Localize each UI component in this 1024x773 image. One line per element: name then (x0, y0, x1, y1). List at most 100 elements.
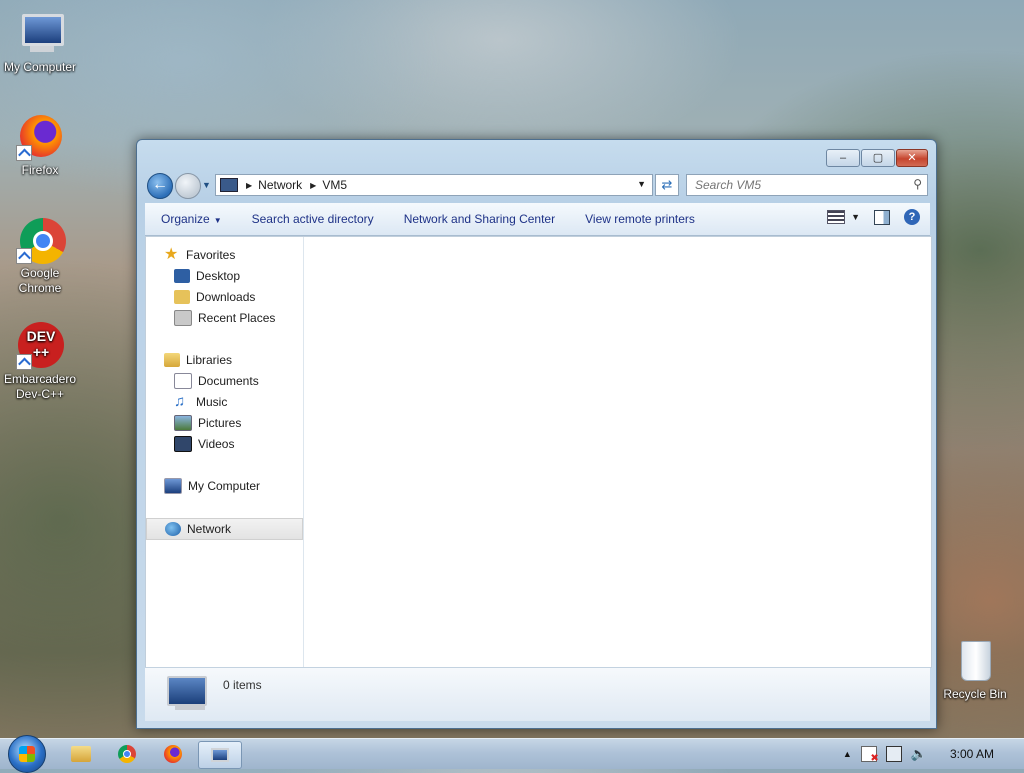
recycle-bin-icon (951, 637, 999, 685)
nav-label: Pictures (198, 416, 242, 430)
nav-label: Favorites (186, 248, 236, 262)
minimize-icon: ‒ (839, 151, 847, 164)
chrome-icon (118, 745, 136, 763)
network-status-icon[interactable] (885, 746, 902, 762)
content-area: ★ Favorites Desktop Downloads Recent Pla… (145, 236, 932, 668)
nav-documents[interactable]: Documents (146, 371, 303, 391)
desktop-icon-label: My Computer (3, 60, 77, 74)
file-list[interactable] (304, 237, 931, 667)
nav-pictures[interactable]: Pictures (146, 413, 303, 433)
maximize-button[interactable]: ▢ (861, 149, 895, 167)
taskbar-explorer[interactable] (60, 741, 102, 767)
network-window-icon (211, 748, 229, 762)
taskbar-firefox[interactable] (152, 741, 194, 767)
desktop-icon-firefox[interactable]: Firefox (0, 113, 80, 178)
item-count: 0 items (223, 678, 262, 692)
windows-logo-icon (19, 746, 35, 762)
recent-places-icon (174, 310, 192, 326)
network-sharing-center-button[interactable]: Network and Sharing Center (389, 212, 570, 226)
navigation-pane: ★ Favorites Desktop Downloads Recent Pla… (146, 237, 304, 667)
desktop-icon (174, 269, 190, 283)
desktop-icon-label: Google Chrome (18, 266, 62, 295)
desktop-icon-chrome[interactable]: Google Chrome (0, 216, 80, 296)
shortcut-arrow-icon (16, 354, 32, 370)
nav-label: Downloads (196, 290, 256, 304)
chevron-down-icon: ▼ (213, 216, 222, 225)
nav-downloads[interactable]: Downloads (146, 287, 303, 307)
computer-icon (167, 676, 207, 706)
nav-recent-places[interactable]: Recent Places (146, 308, 303, 328)
nav-label: Recent Places (198, 311, 276, 325)
search-box[interactable]: ⚲ (686, 174, 928, 196)
search-input[interactable] (693, 175, 897, 195)
documents-icon (174, 373, 192, 389)
network-location-icon (220, 178, 238, 192)
breadcrumb-separator-icon[interactable]: ▶ (310, 181, 316, 190)
downloads-folder-icon (174, 290, 190, 304)
libraries-icon (164, 353, 180, 367)
clock[interactable]: 3:00 AM (950, 747, 994, 761)
taskbar-network-window[interactable] (198, 741, 242, 769)
desktop-icon-label: Embarcadero Dev-C++ (3, 372, 77, 401)
star-icon: ★ (164, 246, 179, 263)
change-view-icon[interactable] (827, 210, 846, 224)
nav-network[interactable]: Network (146, 518, 303, 540)
desktop-icon-label: Recycle Bin (943, 687, 1007, 701)
command-bar: Organize ▼ Search active directory Networ… (145, 203, 930, 236)
back-button[interactable]: ← (147, 173, 173, 199)
address-dropdown-icon[interactable]: ▼ (637, 179, 646, 189)
nav-desktop[interactable]: Desktop (146, 266, 303, 286)
minimize-button[interactable]: ‒ (826, 149, 860, 167)
organize-button[interactable]: Organize ▼ (145, 212, 237, 226)
desktop-icon-devcpp[interactable]: DEV ++ Embarcadero Dev-C++ (0, 322, 80, 402)
preview-pane-icon[interactable] (874, 209, 890, 225)
action-center-icon[interactable]: ✖ (860, 746, 879, 764)
nav-music[interactable]: ♫ Music (146, 392, 303, 412)
forward-button[interactable] (175, 173, 201, 199)
computer-icon (164, 478, 182, 494)
breadcrumb-network[interactable]: Network (258, 178, 302, 192)
computer-stand (175, 704, 205, 710)
help-icon[interactable]: ? (904, 209, 920, 225)
nav-favorites[interactable]: ★ Favorites (146, 245, 303, 265)
breadcrumb-vm5[interactable]: VM5 (322, 178, 347, 192)
refresh-button[interactable]: ⇄ (655, 174, 679, 196)
shortcut-arrow-icon (16, 145, 32, 161)
view-remote-printers-button[interactable]: View remote printers (570, 212, 710, 226)
music-icon: ♫ (174, 393, 186, 410)
devcpp-icon: DEV ++ (16, 322, 64, 370)
nav-label: Videos (198, 437, 235, 451)
computer-icon (16, 10, 64, 58)
show-hidden-icons-icon[interactable]: ▲ (843, 749, 852, 759)
view-options-chevron-icon[interactable]: ▼ (851, 212, 860, 222)
nav-label: Libraries (186, 353, 233, 367)
nav-label: My Computer (188, 479, 261, 493)
firefox-icon (16, 113, 64, 161)
firefox-icon (164, 745, 182, 763)
search-icon[interactable]: ⚲ (913, 177, 922, 191)
start-button[interactable] (8, 735, 46, 773)
nav-label: Documents (198, 374, 259, 388)
address-bar[interactable]: ▶ Network ▶ VM5 ▼ (215, 174, 653, 196)
taskbar-chrome[interactable] (106, 741, 148, 767)
desktop-icon-my-computer[interactable]: My Computer (0, 10, 80, 75)
volume-icon[interactable]: 🔈 (911, 746, 927, 762)
close-button[interactable]: ✕ (896, 149, 928, 167)
refresh-icon: ⇄ (661, 177, 673, 192)
breadcrumb: ▶ Network ▶ VM5 (244, 178, 347, 192)
taskbar: ▲ ✖ 🔈 3:00 AM (0, 735, 1024, 773)
nav-libraries[interactable]: Libraries (146, 350, 303, 370)
desktop-icon-recycle-bin[interactable]: Recycle Bin (935, 637, 1015, 702)
explorer-window: ‒ ▢ ✕ ← ▼ ▶ Network ▶ VM5 ▼ ⇄ ⚲ Organize… (136, 139, 937, 729)
nav-videos[interactable]: Videos (146, 434, 303, 454)
nav-my-computer[interactable]: My Computer (146, 476, 303, 496)
search-active-directory-button[interactable]: Search active directory (237, 212, 389, 226)
caption-buttons: ‒ ▢ ✕ (826, 149, 928, 167)
nav-label: Desktop (196, 269, 241, 283)
desktop-icon-label: Firefox (21, 163, 59, 177)
organize-label: Organize (161, 212, 210, 226)
recent-pages-dropdown[interactable]: ▼ (202, 180, 211, 190)
back-arrow-icon: ← (152, 176, 168, 193)
breadcrumb-separator-icon[interactable]: ▶ (246, 181, 252, 190)
navigation-row: ← ▼ ▶ Network ▶ VM5 ▼ ⇄ ⚲ (145, 173, 928, 199)
